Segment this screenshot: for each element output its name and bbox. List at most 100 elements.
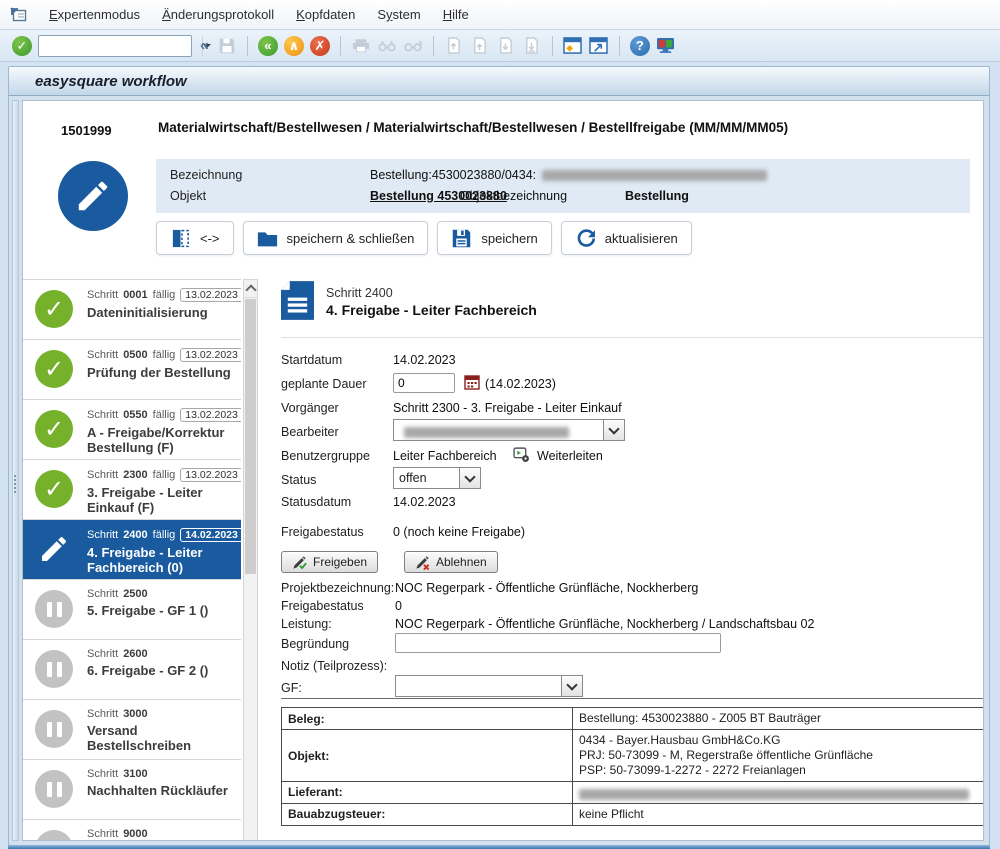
cancel-icon[interactable]: ✗ — [310, 36, 330, 56]
window-bottom-bar — [8, 845, 990, 849]
workflow-step-2500[interactable]: Schritt2500 5. Freigabe - GF 1 () — [23, 580, 241, 640]
projekt-label: Projektbezeichnung: — [281, 581, 394, 595]
menu-item-hilfe[interactable]: Hilfe — [443, 7, 469, 22]
back-icon[interactable]: « — [258, 36, 278, 56]
step-due-date: 13.02.2023 — [180, 468, 241, 482]
step-meta: Schritt0500fällig13.02.2023 — [87, 348, 237, 362]
process-path-title: Materialwirtschaft/Bestellwesen / Materi… — [158, 119, 838, 136]
step-pending-pause-icon — [35, 710, 73, 748]
detail-row: Beleg:Bestellung: 4530023880 - Z005 BT B… — [282, 708, 985, 730]
window-titlebar: easysquare workflow — [8, 66, 990, 96]
workflow-step-2400[interactable]: Schritt2400fällig14.02.20234. Freigabe -… — [23, 520, 241, 580]
collapse-icon[interactable]: « — [198, 37, 211, 55]
freigabestatus2-value: 0 — [395, 599, 402, 613]
save-close-button[interactable]: speichern & schließen — [243, 221, 429, 255]
freigeben-button[interactable]: Freigeben — [281, 551, 378, 573]
chevron-down-icon[interactable] — [561, 676, 582, 696]
step-title: 4. Freigabe - Leiter Fachbereich (0) — [87, 545, 237, 575]
workflow-step-0500[interactable]: ✓Schritt0500fällig13.02.2023Prüfung der … — [23, 340, 241, 400]
step-done-check-icon: ✓ — [35, 410, 73, 448]
step-active-pencil-icon — [35, 530, 73, 568]
command-field[interactable] — [38, 35, 192, 57]
vorgaenger-label: Vorgänger — [281, 401, 339, 415]
system-menu-icon[interactable] — [10, 7, 27, 22]
first-page-icon[interactable] — [444, 36, 464, 56]
chevron-down-icon[interactable] — [459, 468, 480, 488]
create-shortcut-icon[interactable] — [589, 36, 609, 56]
step-done-check-icon: ✓ — [35, 470, 73, 508]
detail-row: Objekt:0434 - Bayer.Hausbau GmbH&Co.KGPR… — [282, 730, 985, 782]
step-due-date: 13.02.2023 — [180, 348, 241, 362]
save-button[interactable]: speichern — [437, 221, 551, 255]
print-icon[interactable] — [351, 36, 371, 56]
dauer-input[interactable] — [393, 373, 455, 393]
step-due-date: 14.02.2023 — [180, 528, 241, 542]
save-icon[interactable] — [217, 36, 237, 56]
workflow-step-0001[interactable]: ✓Schritt0001fällig13.02.2023Dateninitial… — [23, 280, 241, 340]
refresh-button[interactable]: aktualisieren — [561, 221, 692, 255]
command-input[interactable] — [39, 38, 202, 54]
workflow-step-3000[interactable]: Schritt3000Versand Bestellschreiben — [23, 700, 241, 760]
new-session-icon[interactable] — [563, 36, 583, 56]
enter-ok-icon[interactable]: ✓ — [12, 36, 32, 56]
step-meta: Schritt2500 — [87, 588, 237, 600]
freigabestatus-value: 0 (noch keine Freigabe) — [393, 525, 525, 539]
redacted-text — [579, 789, 969, 800]
statusdatum-label: Statusdatum — [281, 495, 351, 509]
bearbeiter-select[interactable] — [393, 419, 625, 441]
object-info-panel: Bezeichnung Bestellung:4530023880/0434: … — [156, 159, 970, 213]
action-bar: <-> speichern & schließen speichern aktu… — [156, 221, 692, 255]
toggle-view-button[interactable]: <-> — [156, 221, 234, 255]
menu-item-expertenmodus[interactable]: Expertenmodus — [49, 7, 140, 22]
step-due-date: 13.02.2023 — [180, 408, 241, 422]
weiterleiten-label[interactable]: Weiterleiten — [537, 449, 603, 463]
step-title: A - Freigabe/Korrektur Bestellung (F) — [87, 425, 237, 455]
step-meta: Schritt9000 — [87, 828, 237, 840]
customize-layout-icon[interactable] — [656, 36, 676, 56]
step-title: 5. Freigabe - GF 1 () — [87, 603, 237, 618]
folder-icon — [257, 228, 278, 249]
last-page-icon[interactable] — [522, 36, 542, 56]
ablehnen-button[interactable]: Ablehnen — [404, 551, 498, 573]
scroll-up-icon[interactable] — [244, 280, 257, 298]
help-icon[interactable]: ? — [630, 36, 650, 56]
step-due-date: 13.02.2023 — [180, 288, 241, 302]
calendar-icon[interactable] — [464, 374, 480, 393]
benutzergruppe-label: Benutzergruppe — [281, 449, 370, 463]
freigabestatus-label: Freigabestatus — [281, 525, 364, 539]
step-list: ✓Schritt0001fällig13.02.2023Dateninitial… — [23, 279, 241, 841]
status-select[interactable]: offen — [393, 467, 481, 489]
begruendung-input[interactable] — [395, 633, 721, 653]
exit-icon[interactable]: ∧ — [284, 36, 304, 56]
step-pending-pause-icon — [35, 590, 73, 628]
workflow-step-2300[interactable]: ✓Schritt2300fällig13.02.20233. Freigabe … — [23, 460, 241, 520]
previous-page-icon[interactable] — [470, 36, 490, 56]
workflow-step-0550[interactable]: ✓Schritt0550fällig13.02.2023A - Freigabe… — [23, 400, 241, 460]
status-value: offen — [394, 468, 459, 488]
main-content: 1501999 Materialwirtschaft/Bestellwesen … — [22, 100, 984, 841]
panel-splitter[interactable] — [12, 100, 19, 841]
detail-row-value: 0434 - Bayer.Hausbau GmbH&Co.KGPRJ: 50-7… — [573, 730, 985, 782]
workflow-step-3100[interactable]: Schritt3100Nachhalten Rückläufer — [23, 760, 241, 820]
step-title: Prüfung der Bestellung — [87, 365, 237, 380]
menu-item-kopfdaten[interactable]: Kopfdaten — [296, 7, 355, 22]
objektbezeichnung-value: Bestellung — [625, 189, 689, 203]
chevron-down-icon[interactable] — [603, 420, 624, 440]
find-icon[interactable] — [377, 36, 397, 56]
workflow-step-2600[interactable]: Schritt26006. Freigabe - GF 2 () — [23, 640, 241, 700]
workflow-step-9000[interactable]: Schritt9000 — [23, 820, 241, 841]
bearbeiter-label: Bearbeiter — [281, 425, 339, 439]
gf-value — [396, 676, 561, 696]
scrollbar-thumb[interactable] — [245, 299, 256, 574]
step-meta: Schritt3100 — [87, 768, 237, 780]
weiterleiten-icon[interactable] — [513, 446, 530, 466]
find-next-icon[interactable] — [403, 36, 423, 56]
gf-select[interactable] — [395, 675, 583, 697]
next-page-icon[interactable] — [496, 36, 516, 56]
objektbezeichnung-label: Objektbezeichnung — [460, 189, 567, 203]
step-list-scrollbar[interactable] — [243, 279, 258, 841]
menu-item-system[interactable]: System — [377, 7, 420, 22]
step-meta: Schritt3000 — [87, 708, 237, 720]
benutzergruppe-value: Leiter Fachbereich — [393, 449, 497, 463]
menu-item--nderungsprotokoll[interactable]: Änderungsprotokoll — [162, 7, 274, 22]
